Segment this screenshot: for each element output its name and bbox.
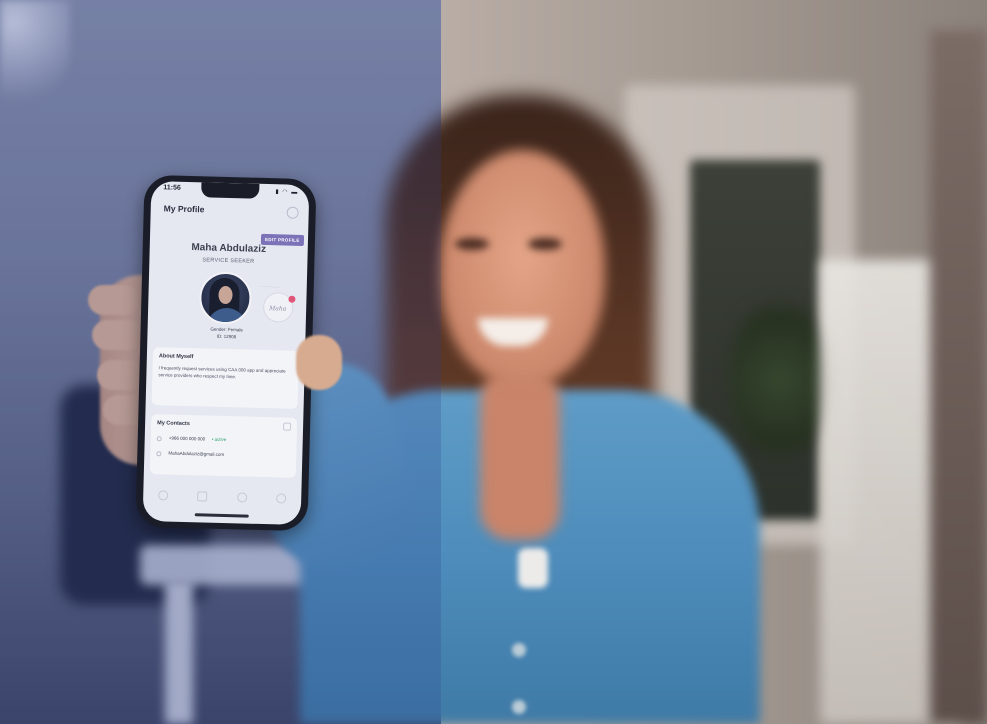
contacts-title: My Contacts: [157, 420, 190, 428]
contact-status: • active: [211, 436, 227, 443]
avatar[interactable]: [198, 271, 253, 325]
mail-icon: [156, 451, 162, 457]
chat-tab-icon[interactable]: [236, 492, 248, 503]
status-icons: ▮ ◠ ▬: [275, 189, 299, 196]
photo-scene: 11:56 ▮ ◠ ▬ My Profile EDIT PROFILE Maha…: [0, 0, 987, 724]
about-text: I frequently request services using CAA …: [158, 365, 286, 380]
woman-right-eye: [528, 238, 562, 250]
shirt-button: [512, 643, 526, 657]
contact-phone: +966 000 000 000: [168, 435, 206, 442]
bottom-tab-bar: [143, 483, 302, 511]
settings-icon[interactable]: [286, 206, 299, 219]
about-card: About Myself I frequently request servic…: [151, 347, 300, 409]
finger: [88, 285, 140, 315]
woman-face: [440, 150, 605, 385]
app-header: My Profile: [150, 197, 309, 225]
list-tab-icon[interactable]: [197, 491, 208, 502]
finger: [92, 320, 144, 350]
wooden-shelf: [930, 30, 987, 724]
status-time: 11:56: [163, 184, 181, 192]
badge-label: ....................: [260, 283, 281, 289]
hand-thumb: [296, 335, 342, 390]
table-leg: [165, 580, 193, 724]
contact-email: MahaAbdulaziz@gmail.com: [168, 450, 225, 457]
more-tab-icon[interactable]: [276, 493, 287, 504]
shirt-button: [512, 700, 526, 714]
woman-left-eye: [455, 238, 489, 250]
profile-role: SERVICE SEEKER: [202, 257, 255, 265]
page-title: My Profile: [163, 203, 205, 215]
signature-text: Maha: [269, 305, 287, 313]
phone-screen: 11:56 ▮ ◠ ▬ My Profile EDIT PROFILE Maha…: [142, 180, 310, 526]
phone-notch: [201, 182, 260, 199]
white-undershirt: [518, 548, 548, 588]
contact-phone-row[interactable]: +966 000 000 000 • active: [156, 434, 291, 448]
edit-contacts-icon[interactable]: [282, 422, 292, 431]
smartphone: 11:56 ▮ ◠ ▬ My Profile EDIT PROFILE Maha…: [135, 174, 317, 532]
phone-icon: [156, 436, 162, 442]
contacts-card: My Contacts +966 000 000 000 • active Ma…: [149, 414, 298, 478]
about-title: About Myself: [158, 353, 194, 361]
woman-neck: [480, 370, 560, 540]
notification-dot: [288, 295, 296, 303]
profile-tab-icon[interactable]: [157, 490, 169, 501]
contact-email-row[interactable]: MahaAbdulaziz@gmail.com: [156, 449, 290, 463]
home-indicator: [194, 513, 249, 518]
house-plant: [730, 300, 830, 460]
